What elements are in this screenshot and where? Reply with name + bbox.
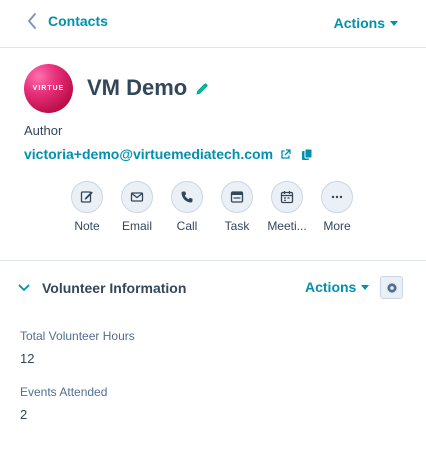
ellipsis-icon [331,195,343,199]
section-actions-label: Actions [305,279,357,295]
top-bar: Contacts Actions [0,0,426,48]
call-button[interactable] [171,181,203,213]
email-row: victoria+demo@virtuemediatech.com [24,146,313,162]
phone-icon [181,191,193,203]
quick-action-more[interactable]: More [312,181,362,233]
chevron-left-icon [28,13,36,29]
pencil-note-icon [80,191,93,203]
company-logo: VIRTUE [24,64,73,113]
gear-icon [386,282,397,293]
contact-role: Author [24,123,63,138]
field-value-total-hours[interactable]: 12 [20,351,34,366]
email-label: Email [121,219,152,233]
back-label: Contacts [48,13,108,29]
section-actions-button[interactable]: Actions [305,279,370,295]
meeting-button[interactable] [271,181,303,213]
caret-down-icon [390,21,398,26]
external-link-icon[interactable] [280,148,291,160]
section-settings-button[interactable] [380,276,403,299]
task-button[interactable] [221,181,253,213]
field-value-events-attended[interactable]: 2 [20,407,27,422]
section-divider [0,260,426,261]
contact-name: VM Demo [87,75,188,100]
task-icon [230,191,244,203]
quick-action-email[interactable]: Email [112,181,162,233]
contact-email-link[interactable]: victoria+demo@virtuemediatech.com [24,146,273,162]
envelope-icon [130,192,144,202]
more-label: More [323,219,351,233]
back-to-contacts-link[interactable]: Contacts [26,12,108,30]
note-label: Note [74,219,100,233]
chevron-down-icon[interactable] [18,283,30,293]
quick-action-note[interactable]: Note [62,181,112,233]
quick-action-call[interactable]: Call [162,181,212,233]
calendar-icon [280,191,294,204]
volunteer-section-header: Volunteer Information Actions [0,270,426,306]
header-actions-label: Actions [333,15,385,31]
field-label-total-hours: Total Volunteer Hours [20,329,135,343]
header-actions-button[interactable]: Actions [334,15,398,31]
more-button[interactable] [321,181,353,213]
quick-action-meeting[interactable]: Meeti... [262,181,312,233]
note-button[interactable] [71,181,103,213]
section-title[interactable]: Volunteer Information [42,280,186,296]
task-label: Task [224,219,250,233]
call-label: Call [176,219,198,233]
email-button[interactable] [121,181,153,213]
logo-text: VIRTUE [32,85,65,92]
caret-down-icon [361,285,370,290]
copy-icon[interactable] [301,148,313,161]
field-label-events-attended: Events Attended [20,385,108,399]
quick-action-task[interactable]: Task [212,181,262,233]
meeting-label: Meeti... [267,219,307,233]
edit-pencil-icon[interactable] [195,82,209,96]
